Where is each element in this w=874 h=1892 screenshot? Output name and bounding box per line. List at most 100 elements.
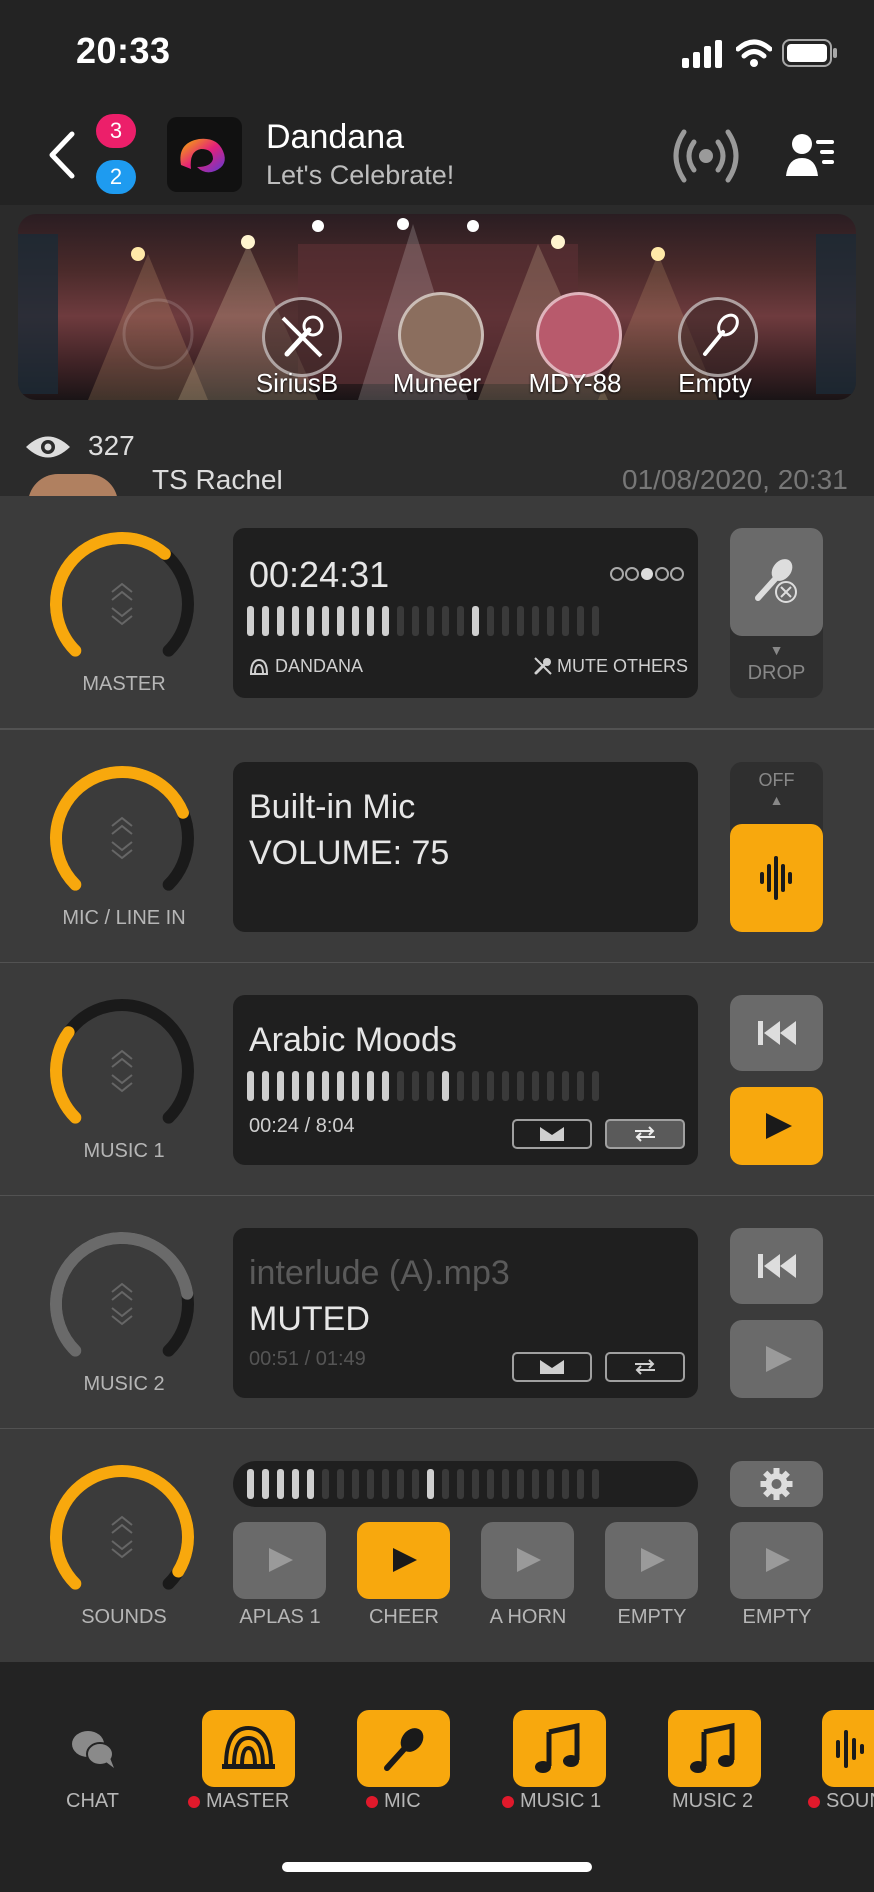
- meter-segment: [472, 1071, 479, 1101]
- music2-loop-button[interactable]: [605, 1352, 685, 1382]
- music1-channel: MUSIC 1 Arabic Moods 00:24 / 8:04: [0, 963, 874, 1197]
- music1-fade-button[interactable]: [512, 1119, 592, 1149]
- gear-icon: [760, 1468, 793, 1500]
- nav-music1-button[interactable]: [513, 1710, 606, 1787]
- record-dot: [502, 1795, 514, 1808]
- notification-badge[interactable]: 3: [96, 114, 136, 148]
- message-badge[interactable]: 2: [96, 160, 136, 194]
- app-subtitle: Let's Celebrate!: [266, 160, 455, 190]
- music1-display: Arabic Moods 00:24 / 8:04: [233, 995, 698, 1165]
- meter-segment: [532, 1469, 539, 1499]
- nav-music2-button[interactable]: [668, 1710, 761, 1787]
- master-channel: MASTER 00:24:31 DANDANA MUTE OTHERS ▼ DR…: [0, 496, 874, 730]
- master-level-meter: [247, 606, 599, 636]
- nav-sounds-button[interactable]: [822, 1710, 874, 1787]
- music2-rewind-button[interactable]: [730, 1228, 823, 1304]
- meter-segment: [517, 1071, 524, 1101]
- mic-display: Built-in Mic VOLUME: 75: [233, 762, 698, 932]
- mic-volume-text: VOLUME: 75: [249, 834, 450, 872]
- knob-level-arc: [50, 532, 171, 657]
- seat-avatar-siriusb[interactable]: [262, 297, 342, 377]
- nav-master-text: MASTER: [206, 1790, 290, 1812]
- meter-segment: [592, 1469, 599, 1499]
- seat-avatar-empty[interactable]: [678, 297, 758, 377]
- meter-segment: [397, 606, 404, 636]
- meter-segment: [592, 1071, 599, 1101]
- loop-icon: [635, 1359, 655, 1375]
- meter-segment: [412, 1071, 419, 1101]
- music-note-icon: [690, 1722, 735, 1773]
- mic-channel: MIC / LINE IN Built-in Mic VOLUME: 75 OF…: [0, 730, 874, 964]
- meter-segment: [367, 1071, 374, 1101]
- sounds-meter-panel: [233, 1461, 698, 1507]
- music1-loop-button[interactable]: [605, 1119, 685, 1149]
- seat-label: SiriusB: [255, 368, 339, 398]
- mic-volume-knob[interactable]: [42, 760, 202, 900]
- music2-display: interlude (A).mp3 MUTED 00:51 / 01:49: [233, 1228, 698, 1398]
- broadcast-icon[interactable]: [668, 124, 744, 188]
- mic-on-pad: [730, 824, 823, 932]
- meter-segment: [547, 606, 554, 636]
- music1-play-button[interactable]: [730, 1087, 823, 1165]
- seat-avatar-mdy88[interactable]: [536, 292, 622, 378]
- music1-position: 00:24 / 8:04: [249, 1115, 355, 1137]
- music2-volume-knob[interactable]: [42, 1226, 202, 1366]
- mute-others-button[interactable]: MUTE OTHERS: [557, 656, 688, 677]
- mic-device-name: Built-in Mic: [249, 788, 416, 826]
- music1-rewind-button[interactable]: [730, 995, 823, 1071]
- master-label: MASTER: [82, 673, 166, 695]
- meter-segment: [367, 1469, 374, 1499]
- play-icon: [517, 1548, 541, 1572]
- sound-pad-a-horn[interactable]: [481, 1522, 574, 1599]
- nav-master-button[interactable]: [202, 1710, 295, 1787]
- meter-segment: [442, 606, 449, 636]
- nav-sounds-label: SOUN: [808, 1790, 874, 1813]
- meter-segment: [262, 606, 269, 636]
- music-note-icon: [535, 1722, 580, 1773]
- dandana-logo-icon: [180, 138, 225, 173]
- master-volume-knob[interactable]: [42, 526, 202, 666]
- nav-chat-label[interactable]: CHAT: [66, 1790, 119, 1813]
- back-chevron-icon[interactable]: [46, 130, 78, 180]
- record-dot: [366, 1795, 378, 1808]
- meter-segment: [412, 606, 419, 636]
- meter-segment: [322, 1071, 329, 1101]
- music2-play-button[interactable]: [730, 1320, 823, 1398]
- meter-segment: [337, 1071, 344, 1101]
- meter-segment: [307, 1071, 314, 1101]
- record-dot: [188, 1795, 200, 1808]
- meter-segment: [262, 1469, 269, 1499]
- meter-segment: [307, 1469, 314, 1499]
- meter-segment: [382, 1071, 389, 1101]
- signal-icon: [682, 40, 722, 68]
- chat-bubbles-icon[interactable]: [70, 1728, 116, 1770]
- sound-pad-empty-1[interactable]: [605, 1522, 698, 1599]
- sound-pad-aplas1[interactable]: [233, 1522, 326, 1599]
- music2-fade-button[interactable]: [512, 1352, 592, 1382]
- nav-mic-label: MIC: [366, 1790, 421, 1813]
- seat-avatar-muneer[interactable]: [398, 292, 484, 378]
- sounds-label: SOUNDS: [81, 1606, 167, 1628]
- mic-toggle[interactable]: OFF ▲: [730, 762, 823, 932]
- meter-segment: [427, 1071, 434, 1101]
- sounds-settings-button[interactable]: [730, 1461, 823, 1507]
- sounds-volume-knob[interactable]: [42, 1459, 202, 1599]
- wifi-icon: [736, 39, 772, 67]
- nav-mic-button[interactable]: [357, 1710, 450, 1787]
- rewind-icon: [758, 1021, 796, 1045]
- meter-segment: [502, 1071, 509, 1101]
- sound-pad-empty-2[interactable]: [730, 1522, 823, 1599]
- knob-chevrons-icon: [111, 1282, 133, 1326]
- eye-icon: [26, 436, 70, 458]
- user-list-icon[interactable]: [786, 130, 836, 180]
- drop-button[interactable]: ▼ DROP: [730, 528, 823, 698]
- music1-volume-knob[interactable]: [42, 993, 202, 1133]
- drop-mic-pad: [730, 528, 823, 636]
- dandana-stage-icon: [249, 658, 269, 675]
- knob-level-arc: [50, 1232, 194, 1357]
- nav-music1-text: MUSIC 1: [520, 1790, 602, 1812]
- knob-chevrons-icon: [111, 582, 133, 626]
- home-indicator[interactable]: [282, 1862, 592, 1872]
- sound-pad-cheer[interactable]: [357, 1522, 450, 1599]
- meter-segment: [322, 1469, 329, 1499]
